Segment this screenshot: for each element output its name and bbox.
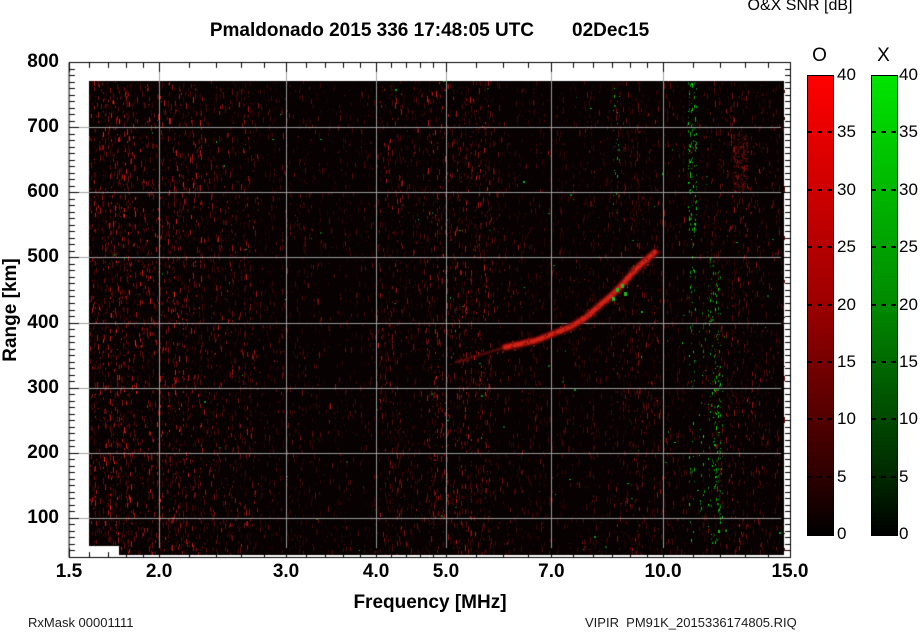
y-tick-label: 200 [27, 441, 59, 463]
x-colorbar-tick-label: 20 [899, 294, 918, 314]
x-tick-label: 10.0 [644, 561, 682, 582]
y-tick-label: 100 [27, 506, 59, 528]
x-colorbar-tick-label: 40 [899, 65, 918, 84]
x-tick-label: 7.0 [538, 561, 565, 582]
y-tick-label: 700 [27, 116, 59, 138]
o-colorbar-tick-label: 20 [837, 294, 856, 314]
x-colorbar-tick-label: 30 [899, 179, 918, 199]
o-colorbar-tick-label: 35 [837, 122, 856, 142]
y-tick-label: 800 [27, 51, 59, 72]
y-tick-label: 300 [27, 376, 59, 398]
x-colorbar-tick-label: 10 [899, 409, 918, 429]
colorbar-tick-dash [807, 418, 832, 421]
o-colorbar-tick-label: 30 [837, 179, 856, 199]
plot-title: Pmaldonado 2015 336 17:48:05 UTC [209, 20, 535, 41]
y-tick-label: 600 [27, 181, 59, 203]
o-colorbar-tick-label: 0 [837, 524, 847, 543]
colorbar-tick-dash [807, 475, 832, 478]
x-colorbar-tick-label: 35 [899, 122, 918, 142]
colorbar-tick-dash [807, 131, 832, 134]
o-mode-colorbar [807, 75, 834, 536]
o-colorbar-tick-label: 40 [837, 65, 856, 84]
plot-date: 02Dec15 [572, 20, 650, 41]
colorbar-tick-dash [871, 360, 896, 363]
o-colorbar-tick-label: 10 [837, 409, 856, 429]
x-tick-label: 5.0 [432, 561, 460, 582]
rxmask-status-text: RxMask 00001111 [28, 615, 134, 630]
x-tick-label: 1.5 [55, 561, 83, 582]
x-colorbar-tick-label: 15 [899, 351, 918, 371]
y-tick-label: 500 [27, 246, 59, 268]
colorbar-tick-dash [807, 188, 832, 191]
colorbar-tick-dash [871, 303, 896, 306]
x-tick-label: 2.0 [145, 561, 173, 582]
plot-title-row: Pmaldonado 2015 336 17:48:05 UTC 02Dec15 [69, 20, 790, 42]
data-file-text: VIPIR PM91K_2015336174805.RIQ [585, 615, 797, 630]
ionogram-figure: Pmaldonado 2015 336 17:48:05 UTC 02Dec15… [0, 0, 922, 636]
colorbar-tick-dash [807, 246, 832, 249]
x-tick-label: 15.0 [771, 561, 809, 582]
colorbar-tick-dash [871, 131, 896, 134]
y-tick-label: 400 [27, 311, 59, 333]
x-tick-label: 4.0 [362, 561, 390, 582]
o-colorbar-tick-label: 5 [837, 466, 847, 486]
x-tick-label: 3.0 [272, 561, 300, 582]
o-colorbar-tick-label: 15 [837, 351, 856, 371]
x-axis-label: Frequency [MHz] [353, 592, 507, 613]
ionogram-plot-canvas [0, 0, 922, 636]
x-colorbar-tick-label: 0 [899, 524, 909, 543]
colorbar-tick-dash [871, 246, 896, 249]
o-colorbar-tick-label: 25 [837, 237, 856, 257]
x-colorbar-label: X [877, 45, 890, 66]
x-colorbar-tick-label: 5 [899, 466, 909, 486]
colorbar-title: O&X SNR [dB] [747, 0, 853, 14]
colorbar-tick-dash [807, 360, 832, 363]
colorbar-tick-dash [871, 418, 896, 421]
colorbar-tick-dash [807, 303, 832, 306]
colorbar-tick-dash [871, 475, 896, 478]
x-colorbar-tick-label: 25 [899, 237, 918, 257]
colorbar-tick-dash [871, 188, 896, 191]
x-mode-colorbar [871, 75, 898, 536]
y-axis-label: Range [km] [0, 258, 21, 362]
o-colorbar-label: O [812, 45, 827, 66]
